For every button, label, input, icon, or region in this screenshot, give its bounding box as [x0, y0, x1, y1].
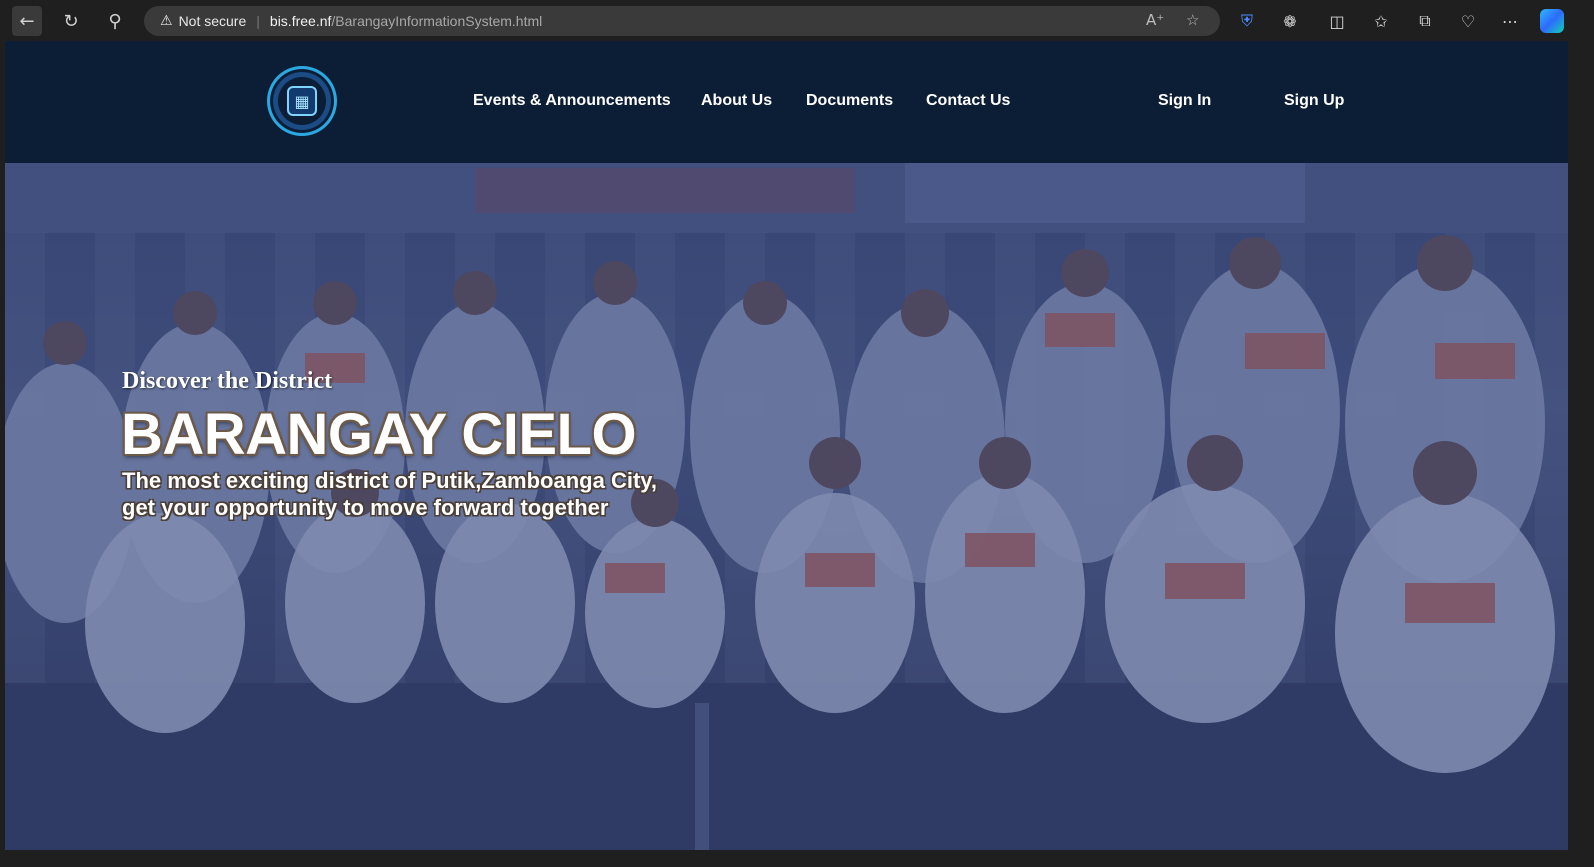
nav-documents[interactable]: Documents: [806, 92, 893, 110]
hero-section: Discover the District BARANGAY CIELO The…: [5, 163, 1568, 850]
hero-tagline: The most exciting district of Putik,Zamb…: [122, 467, 722, 521]
hero-tagline-line-2: get your opportunity to move forward tog…: [122, 495, 609, 520]
url-host[interactable]: bis.free.nf: [270, 13, 331, 29]
window-bottom-edge: [0, 850, 1594, 867]
performance-heart-icon[interactable]: ♡: [1455, 8, 1481, 34]
sign-up-link[interactable]: Sign Up: [1284, 92, 1344, 110]
puzzle-extensions-icon[interactable]: ❁: [1277, 8, 1303, 34]
warning-icon[interactable]: ⚠: [160, 13, 173, 29]
more-options-icon[interactable]: ⋯: [1497, 8, 1523, 34]
shield-extension-icon[interactable]: ⛨: [1234, 8, 1260, 34]
star-icon[interactable]: ☆: [1186, 11, 1199, 29]
address-bar[interactable]: ⚠ Not secure | bis.free.nf /BarangayInfo…: [144, 6, 1220, 36]
url-path[interactable]: /BarangayInformationSystem.html: [331, 13, 542, 29]
barangay-seal-logo[interactable]: ▦: [267, 66, 337, 136]
read-aloud-icon[interactable]: A⁺: [1146, 11, 1164, 29]
hero-eyebrow: Discover the District: [122, 368, 333, 394]
web-page: ▦ Events & Announcements About Us Docume…: [5, 41, 1568, 850]
back-arrow-icon[interactable]: ←: [12, 6, 42, 36]
nav-contact-us[interactable]: Contact Us: [926, 92, 1010, 110]
nav-events-announcements[interactable]: Events & Announcements: [473, 92, 671, 110]
browser-toolbar: ← ↻ ⚲ ⚠ Not secure | bis.free.nf /Barang…: [0, 0, 1594, 40]
split-screen-icon[interactable]: ◫: [1324, 8, 1350, 34]
copilot-icon[interactable]: [1540, 9, 1564, 33]
hero-tagline-line-1: The most exciting district of Putik,Zamb…: [122, 468, 657, 493]
security-status[interactable]: Not secure: [179, 13, 247, 29]
building-icon: ▦: [287, 86, 317, 116]
collections-icon[interactable]: ⧉: [1412, 8, 1438, 34]
hero-title: BARANGAY CIELO: [121, 402, 637, 467]
sign-in-link[interactable]: Sign In: [1158, 92, 1211, 110]
favorites-icon[interactable]: ✩: [1368, 8, 1394, 34]
window-edge: [1568, 41, 1594, 850]
reload-icon[interactable]: ↻: [56, 6, 86, 36]
nav-about-us[interactable]: About Us: [701, 92, 772, 110]
site-header: ▦ Events & Announcements About Us Docume…: [5, 41, 1568, 163]
search-icon[interactable]: ⚲: [100, 6, 130, 36]
address-separator: |: [256, 13, 260, 29]
